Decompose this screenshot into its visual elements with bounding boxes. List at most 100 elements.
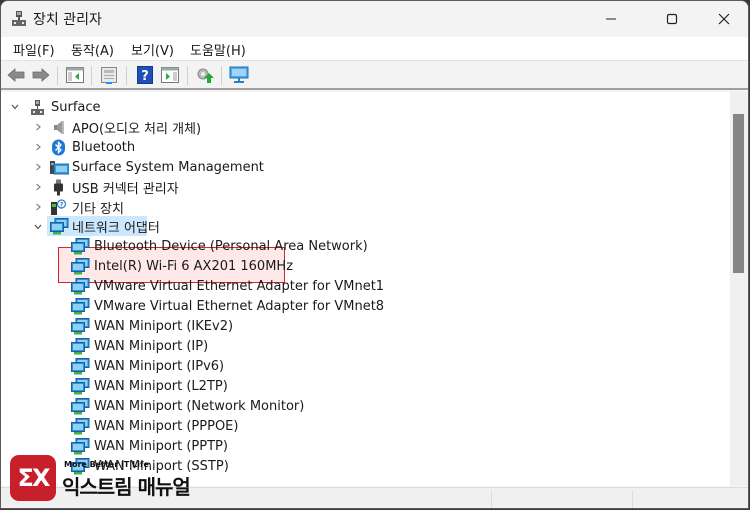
watermark-name: 익스트림 매뉴얼 — [62, 475, 191, 499]
network-adapter-icon — [50, 217, 69, 234]
title-bar: 장치 관리자 — [1, 1, 748, 37]
window-title: 장치 관리자 — [33, 12, 102, 28]
tree-node-adapter[interactable]: WAN Miniport (PPTP) — [71, 436, 228, 456]
minimize-button[interactable] — [588, 1, 634, 37]
maximize-icon — [666, 13, 678, 25]
scrollbar-thumb[interactable] — [733, 114, 744, 273]
tree-node-adapter[interactable]: WAN Miniport (Network Monitor) — [71, 396, 304, 416]
network-adapter-icon — [71, 337, 90, 354]
system-management-icon — [50, 160, 69, 174]
menu-bar: 파일(F) 동작(A) 보기(V) 도움말(H) — [1, 37, 748, 61]
tree-node-adapter[interactable]: WAN Miniport (IKEv2) — [71, 316, 233, 336]
show-hide-console-tree-button[interactable] — [64, 65, 86, 85]
tree-node-label: 네트워크 어댑터 — [72, 220, 160, 236]
watermark-tagline: More Better IT Life — [64, 460, 149, 469]
update-driver-icon — [197, 68, 214, 83]
chevron-down-icon[interactable] — [33, 222, 43, 232]
device-manager-window: 장치 관리자 파일(F) 동작(A) 보기(V) 도움말(H) ? Surfac… — [0, 0, 749, 509]
menu-action[interactable]: 동작(A) — [71, 40, 114, 59]
status-divider — [632, 490, 633, 508]
tree-node-surface-system-management[interactable]: Surface System Management — [50, 157, 264, 177]
network-adapter-icon — [71, 357, 90, 374]
back-arrow-icon — [7, 68, 25, 82]
tree-node-root[interactable]: Surface — [29, 97, 101, 117]
tree-node-label: WAN Miniport (PPTP) — [94, 438, 228, 454]
tree-node-bluetooth[interactable]: Bluetooth — [50, 137, 135, 157]
tree-node-label: Intel(R) Wi-Fi 6 AX201 160MHz — [94, 258, 294, 274]
tree-node-network-adapters[interactable]: 네트워크 어댑터 — [50, 216, 160, 236]
tree-node-label: 기타 장치 — [72, 201, 124, 217]
maximize-button[interactable] — [649, 1, 695, 37]
tree-node-adapter[interactable]: Bluetooth Device (Personal Area Network) — [71, 236, 368, 256]
tree-node-label: WAN Miniport (L2TP) — [94, 378, 228, 394]
show-hide-console-tree-icon — [66, 67, 84, 83]
tree-node-adapter[interactable]: Intel(R) Wi-Fi 6 AX201 160MHz — [71, 256, 293, 276]
toolbar-separator — [187, 66, 188, 85]
network-adapter-icon — [71, 397, 90, 414]
help-icon: ? — [137, 66, 153, 84]
menu-help[interactable]: 도움말(H) — [190, 40, 246, 59]
computer-icon — [31, 99, 44, 115]
tree-node-label: APO(오디오 처리 개체) — [72, 121, 202, 137]
forward-arrow-icon — [32, 68, 50, 82]
tree-node-adapter[interactable]: VMware Virtual Ethernet Adapter for VMne… — [71, 276, 384, 296]
speaker-icon — [54, 120, 64, 134]
tree-node-other-devices[interactable]: ? 기타 장치 — [50, 197, 124, 217]
tree-node-adapter[interactable]: WAN Miniport (IPv6) — [71, 356, 224, 376]
tree-node-usb-connector-manager[interactable]: USB 커넥터 관리자 — [50, 177, 179, 197]
network-adapter-icon — [71, 437, 90, 454]
update-driver-button[interactable] — [194, 65, 216, 85]
tree-node-adapter[interactable]: VMware Virtual Ethernet Adapter for VMne… — [71, 296, 384, 316]
status-divider — [491, 490, 492, 508]
network-adapter-icon — [71, 237, 90, 254]
usb-icon — [54, 179, 63, 195]
svg-text:?: ? — [60, 200, 64, 208]
bluetooth-icon — [52, 139, 65, 155]
toolbar-separator — [57, 66, 58, 85]
chevron-right-icon[interactable] — [33, 182, 43, 192]
device-manager-icon — [12, 11, 26, 26]
network-adapter-icon — [71, 277, 90, 294]
toolbar: ? — [1, 61, 748, 90]
chevron-right-icon[interactable] — [33, 162, 43, 172]
tree-node-label: Bluetooth Device (Personal Area Network) — [94, 238, 368, 254]
show-hide-action-pane-button[interactable] — [159, 65, 181, 85]
show-hide-action-pane-icon — [161, 67, 179, 83]
tree-node-adapter[interactable]: WAN Miniport (PPPOE) — [71, 416, 238, 436]
menu-view[interactable]: 보기(V) — [131, 40, 174, 59]
tree-node-apo[interactable]: APO(오디오 처리 개체) — [50, 117, 201, 137]
menu-file[interactable]: 파일(F) — [13, 40, 55, 59]
toolbar-separator — [91, 66, 92, 85]
help-button[interactable]: ? — [134, 65, 156, 85]
tree-node-label: Surface — [51, 99, 101, 115]
tree-node-label: WAN Miniport (IP) — [94, 338, 209, 354]
network-adapter-icon — [71, 297, 90, 314]
watermark-logo: ΣX — [10, 455, 56, 501]
tree-node-label: WAN Miniport (IPv6) — [94, 358, 225, 374]
close-icon — [718, 13, 730, 25]
unknown-device-icon: ? — [51, 198, 67, 215]
chevron-down-icon[interactable] — [10, 102, 20, 112]
chevron-right-icon[interactable] — [33, 122, 43, 132]
chevron-right-icon[interactable] — [33, 202, 43, 212]
tree-node-label: WAN Miniport (Network Monitor) — [94, 398, 305, 414]
scan-hardware-changes-button[interactable] — [228, 65, 250, 85]
tree-node-label: Bluetooth — [72, 139, 136, 155]
chevron-right-icon[interactable] — [33, 142, 43, 152]
back-button[interactable] — [5, 65, 27, 85]
tree-node-label: WAN Miniport (IKEv2) — [94, 318, 234, 334]
tree-node-label: Surface System Management — [72, 159, 264, 175]
tree-node-adapter[interactable]: WAN Miniport (L2TP) — [71, 376, 228, 396]
minimize-icon — [606, 18, 616, 20]
toolbar-separator — [126, 66, 127, 85]
close-button[interactable] — [701, 1, 747, 37]
toolbar-separator — [221, 66, 222, 85]
network-adapter-icon — [71, 417, 90, 434]
properties-icon — [101, 67, 117, 84]
tree-node-label: WAN Miniport (PPPOE) — [94, 418, 239, 434]
tree-node-adapter[interactable]: WAN Miniport (IP) — [71, 336, 208, 356]
network-adapter-icon — [71, 257, 90, 274]
properties-button[interactable] — [98, 65, 120, 85]
network-adapter-icon — [71, 377, 90, 394]
forward-button[interactable] — [30, 65, 52, 85]
